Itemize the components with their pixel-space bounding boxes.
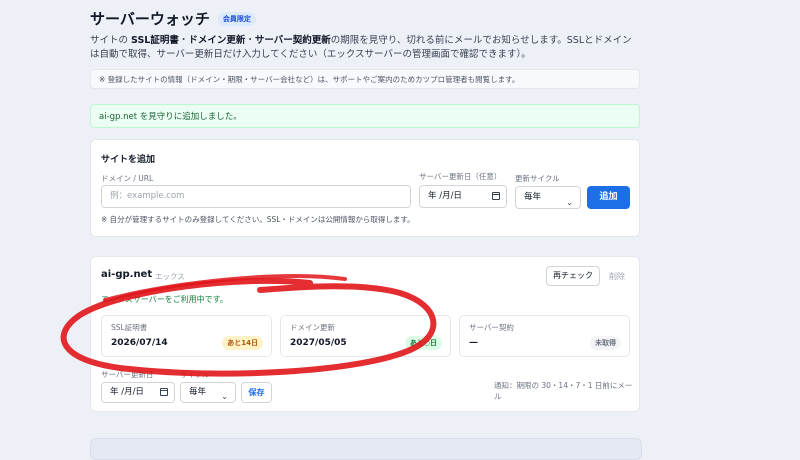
site-server-tag: エックス <box>155 272 185 281</box>
desc-server: サーバー契約更新 <box>254 35 331 46</box>
ssl-days-badge: あと14日 <box>222 336 263 350</box>
domain-days-badge: あと○日 <box>404 336 442 350</box>
server-box: サーバー契約 — 未取得 <box>459 315 630 357</box>
calendar-icon[interactable] <box>160 388 168 396</box>
update-cycle-select[interactable]: 毎年 ⌄ <box>180 382 236 403</box>
page-title: サーバーウォッチ <box>90 10 210 28</box>
server-date: — <box>469 338 478 348</box>
desc-domain: ドメイン更新 <box>188 35 246 46</box>
recheck-button[interactable]: 再チェック <box>546 266 600 286</box>
success-alert: ai-gp.net を見守りに追加しました。 <box>90 104 640 128</box>
add-site-card: サイトを追加 ドメイン / URL 例：example.com サーバー更新日（… <box>90 139 640 237</box>
members-only-badge: 会員限定 <box>217 11 256 26</box>
update-date-input[interactable]: 年 /月/日 <box>101 382 175 403</box>
privacy-note: ※ 登録したサイトの情報（ドメイン・期限・サーバー会社など）は、サポートやご案内… <box>90 69 640 89</box>
site-card: ai-gp.net エックス 再チェック 削除 エックスサーバーをご利用中です。… <box>90 256 640 412</box>
desc-sep: ・ <box>245 35 255 46</box>
ssl-label: SSL証明書 <box>111 323 148 332</box>
notification-info: 通知：期限の 30・14・7・1 日前にメール <box>494 381 633 401</box>
cycle-label: 更新サイクル <box>515 174 560 183</box>
page-header: サーバーウォッチ 会員限定 <box>90 8 256 29</box>
calendar-icon[interactable] <box>492 192 500 200</box>
chevron-down-icon: ⌄ <box>566 198 573 207</box>
update-date-value: 年 /月/日 <box>110 387 144 397</box>
desc-text: サイトの <box>90 35 132 46</box>
update-cycle-value: 毎年 <box>189 387 207 397</box>
server-date-input[interactable]: 年 /月/日 <box>419 185 507 208</box>
add-button[interactable]: 追加 <box>587 186 630 209</box>
site-name: ai-gp.net <box>101 269 153 280</box>
domain-label: ドメイン / URL <box>101 174 154 183</box>
cycle-value: 毎年 <box>524 192 542 202</box>
update-cycle-label: サイクル <box>180 370 210 379</box>
domain-box: ドメイン更新 2027/05/05 あと○日 <box>280 315 451 357</box>
add-site-footnote: ※ 自分が管理するサイトのみ登録してください。SSL・ドメインは公開情報から取得… <box>101 215 415 224</box>
server-label: サーバー契約 <box>469 323 514 332</box>
domain-date: 2027/05/05 <box>290 338 347 348</box>
desc-ssl: SSL証明書 <box>131 35 179 46</box>
server-status-message: エックスサーバーをご利用中です。 <box>101 295 228 304</box>
delete-button[interactable]: 削除 <box>609 271 625 282</box>
server-status-badge: 未取得 <box>590 336 621 350</box>
save-button[interactable]: 保存 <box>241 382 272 403</box>
next-site-card <box>90 438 642 460</box>
domain-label: ドメイン更新 <box>290 323 335 332</box>
server-date-value: 年 /月/日 <box>428 191 462 201</box>
page-description: サイトの SSL証明書・ドメイン更新・サーバー契約更新の期限を見守り、切れる前に… <box>90 34 640 62</box>
add-site-title: サイトを追加 <box>101 155 156 165</box>
server-date-label: サーバー更新日（任意） <box>419 172 502 181</box>
cycle-select[interactable]: 毎年 ⌄ <box>515 186 581 209</box>
domain-input[interactable]: 例：example.com <box>101 185 411 208</box>
chevron-down-icon: ⌄ <box>221 392 228 401</box>
ssl-box: SSL証明書 2026/07/14 あと14日 <box>101 315 272 357</box>
desc-sep: ・ <box>178 35 189 46</box>
ssl-date: 2026/07/14 <box>111 338 168 348</box>
update-date-label: サーバー更新日 <box>101 370 154 379</box>
